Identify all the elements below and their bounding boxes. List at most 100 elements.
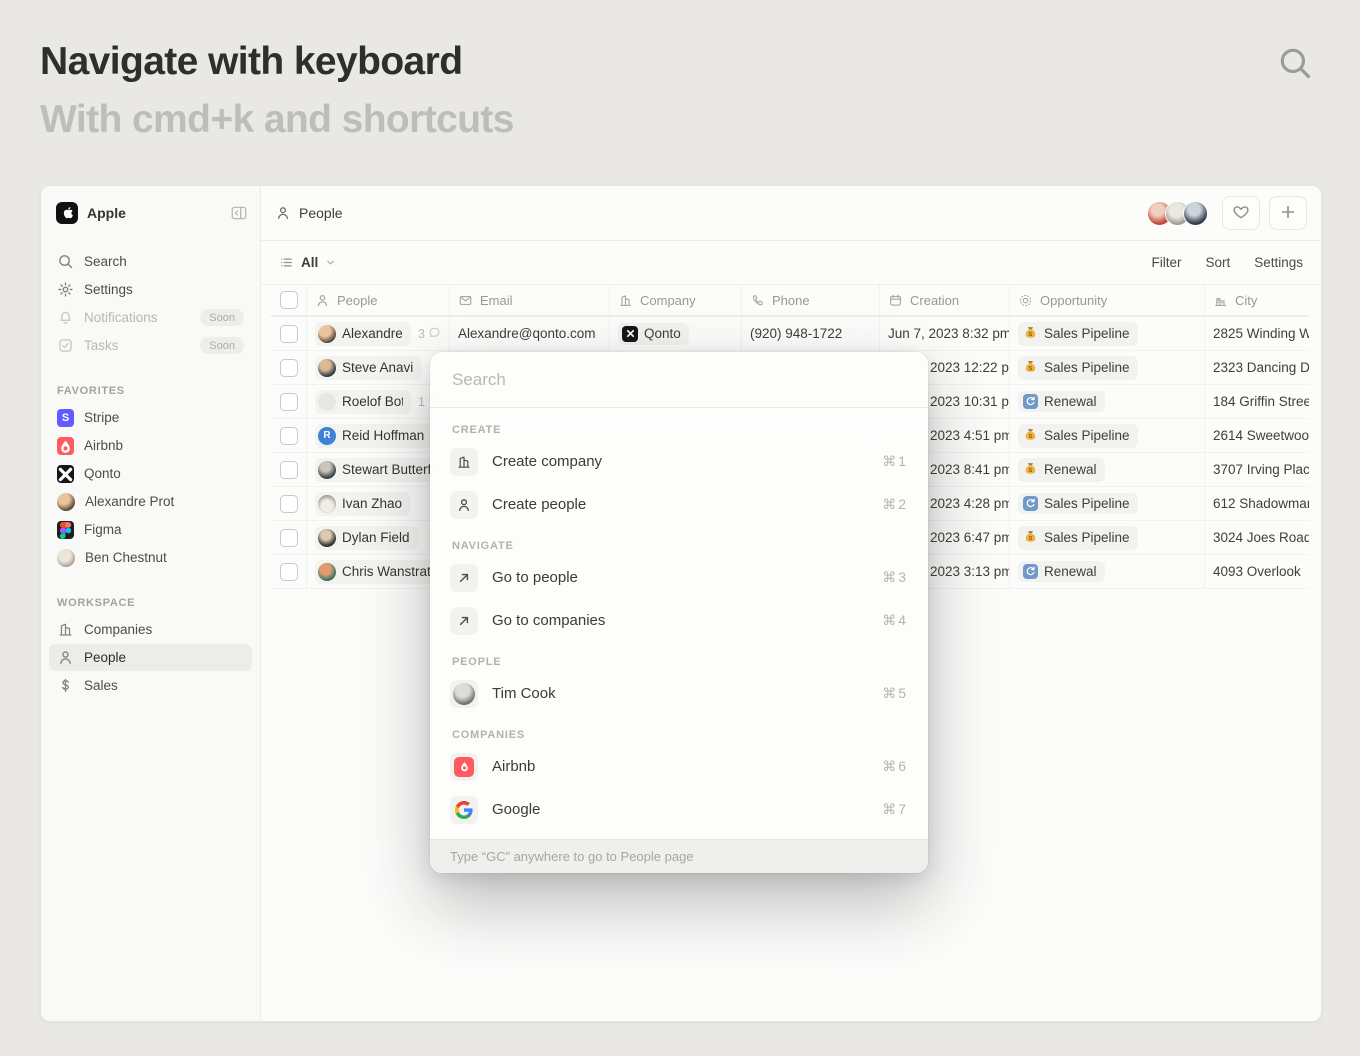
sidebar-item-notifications[interactable]: NotificationsSoon — [49, 304, 252, 331]
settings-button[interactable]: Settings — [1254, 255, 1303, 270]
favorite-button[interactable] — [1222, 196, 1260, 230]
search-icon[interactable] — [1276, 44, 1314, 82]
person-chip[interactable]: Dylan Field — [315, 526, 418, 550]
city-cell[interactable]: 3707 Irving Plac — [1205, 453, 1309, 486]
sidebar-item-airbnb[interactable]: Airbnb — [49, 432, 252, 459]
opportunity-chip[interactable]: Renewal — [1018, 391, 1105, 412]
opportunity-cell[interactable]: SSales Pipeline — [1010, 351, 1205, 384]
city-cell[interactable]: 612 Shadowmar — [1205, 487, 1309, 520]
palette-item-airbnb[interactable]: Airbnb⌘6 — [430, 745, 928, 788]
row-checkbox[interactable] — [280, 563, 298, 581]
sidebar-item-companies[interactable]: Companies — [49, 616, 252, 643]
palette-item-shortcut: ⌘3 — [882, 569, 908, 586]
people-cell[interactable]: Stewart Butterfield — [307, 453, 450, 486]
people-cell[interactable]: Ivan Zhao — [307, 487, 450, 520]
person-chip[interactable]: Ivan Zhao — [315, 492, 410, 516]
opportunity-chip[interactable]: SRenewal — [1018, 458, 1105, 482]
palette-item-go-to-people[interactable]: Go to people⌘3 — [430, 556, 928, 599]
row-checkbox[interactable] — [280, 529, 298, 547]
column-header-creation[interactable]: Creation — [880, 285, 1010, 315]
row-checkbox[interactable] — [280, 325, 298, 343]
select-all-checkbox[interactable] — [280, 291, 298, 309]
sidebar-item-qonto[interactable]: Qonto — [49, 460, 252, 487]
filter-button[interactable]: Filter — [1151, 255, 1181, 270]
sidebar-item-stripe[interactable]: SStripe — [49, 404, 252, 431]
city-cell[interactable]: 2614 Sweetwoo — [1205, 419, 1309, 452]
city-cell[interactable]: 2323 Dancing D — [1205, 351, 1309, 384]
row-select-cell — [271, 385, 307, 418]
palette-item-create-company[interactable]: Create company⌘1 — [430, 440, 928, 483]
opportunity-chip[interactable]: Renewal — [1018, 561, 1105, 582]
opportunity-cell[interactable]: Renewal — [1010, 385, 1205, 418]
workspace-switcher[interactable]: Apple — [41, 200, 260, 226]
people-cell[interactable]: Chris Wanstrath — [307, 555, 450, 588]
opportunity-chip[interactable]: SSales Pipeline — [1018, 424, 1138, 448]
sidebar-item-tasks[interactable]: TasksSoon — [49, 332, 252, 359]
opportunity-chip[interactable]: SSales Pipeline — [1018, 356, 1138, 380]
row-checkbox[interactable] — [280, 495, 298, 513]
palette-search-input[interactable]: Search — [430, 352, 928, 408]
opportunity-cell[interactable]: SSales Pipeline — [1010, 419, 1205, 452]
people-cell[interactable]: Alexandre Prot 3 — [307, 317, 450, 350]
view-switcher[interactable]: All — [279, 255, 336, 270]
opportunity-chip[interactable]: SSales Pipeline — [1018, 526, 1138, 550]
city-value: 2825 Winding W — [1213, 326, 1309, 341]
sidebar-item-sales[interactable]: Sales — [49, 672, 252, 699]
phone-cell[interactable]: (920) 948-1722 — [742, 317, 880, 350]
opportunity-cell[interactable]: SSales Pipeline — [1010, 317, 1205, 350]
people-cell[interactable]: RReid Hoffman — [307, 419, 450, 452]
palette-item-google[interactable]: Google⌘7 — [430, 788, 928, 831]
sidebar-collapse-icon[interactable] — [230, 204, 248, 222]
column-header-email[interactable]: Email — [450, 285, 610, 315]
column-header-company[interactable]: Company — [610, 285, 742, 315]
sidebar-item-search[interactable]: Search — [49, 248, 252, 275]
row-checkbox[interactable] — [280, 427, 298, 445]
opportunity-cell[interactable]: Renewal — [1010, 555, 1205, 588]
email-cell[interactable]: Alexandre@qonto.com — [450, 317, 610, 350]
column-header-city[interactable]: City — [1205, 285, 1309, 315]
people-cell[interactable]: Dylan Field — [307, 521, 450, 554]
company-cell[interactable]: Qonto — [610, 317, 742, 350]
money-bag-icon: S — [1023, 529, 1038, 547]
person-chip[interactable]: Steve Anavi — [315, 356, 421, 380]
creation-cell[interactable]: Jun 7, 2023 8:32 pm — [880, 317, 1010, 350]
city-value: 3024 Joes Road — [1213, 530, 1309, 545]
column-header-opportunity[interactable]: Opportunity — [1010, 285, 1205, 315]
city-cell[interactable]: 2825 Winding W — [1205, 317, 1309, 350]
comment-count-value: 3 — [418, 327, 425, 341]
city-cell[interactable]: 184 Griffin Stree — [1205, 385, 1309, 418]
sort-button[interactable]: Sort — [1205, 255, 1230, 270]
sidebar-item-figma[interactable]: Figma — [49, 516, 252, 543]
sidebar-item-alexandre-prot[interactable]: Alexandre Prot — [49, 488, 252, 515]
city-cell[interactable]: 4093 Overlook — [1205, 555, 1309, 588]
company-chip[interactable]: Qonto — [618, 323, 689, 345]
opportunity-cell[interactable]: SRenewal — [1010, 453, 1205, 486]
column-header-people[interactable]: People — [307, 285, 450, 315]
person-chip[interactable]: RReid Hoffman — [315, 424, 432, 448]
breadcrumb[interactable]: People — [275, 205, 343, 221]
column-header-phone[interactable]: Phone — [742, 285, 880, 315]
sidebar-item-settings[interactable]: Settings — [49, 276, 252, 303]
opportunity-chip[interactable]: SSales Pipeline — [1018, 322, 1138, 346]
person-chip[interactable]: Roelof Botha — [315, 390, 411, 414]
city-cell[interactable]: 3024 Joes Road — [1205, 521, 1309, 554]
people-cell[interactable]: Roelof Botha 1 — [307, 385, 450, 418]
palette-item-go-to-companies[interactable]: Go to companies⌘4 — [430, 599, 928, 642]
person-chip[interactable]: Chris Wanstrath — [315, 560, 441, 584]
sidebar-item-ben-chestnut[interactable]: Ben Chestnut — [49, 544, 252, 571]
sidebar: Apple SearchSettingsNotificationsSoonTas… — [41, 186, 261, 1021]
comment-count-value: 1 — [418, 395, 425, 409]
people-cell[interactable]: Steve Anavi — [307, 351, 450, 384]
add-button[interactable] — [1269, 196, 1307, 230]
palette-item-tim-cook[interactable]: Tim Cook⌘5 — [430, 672, 928, 715]
row-checkbox[interactable] — [280, 359, 298, 377]
opportunity-cell[interactable]: Sales Pipeline — [1010, 487, 1205, 520]
opportunity-cell[interactable]: SSales Pipeline — [1010, 521, 1205, 554]
palette-item-create-people[interactable]: Create people⌘2 — [430, 483, 928, 526]
person-chip[interactable]: Alexandre Prot — [315, 322, 411, 346]
sidebar-item-people[interactable]: People — [49, 644, 252, 671]
person-chip[interactable]: Stewart Butterfield — [315, 458, 441, 482]
opportunity-chip[interactable]: Sales Pipeline — [1018, 493, 1138, 514]
row-checkbox[interactable] — [280, 393, 298, 411]
row-checkbox[interactable] — [280, 461, 298, 479]
